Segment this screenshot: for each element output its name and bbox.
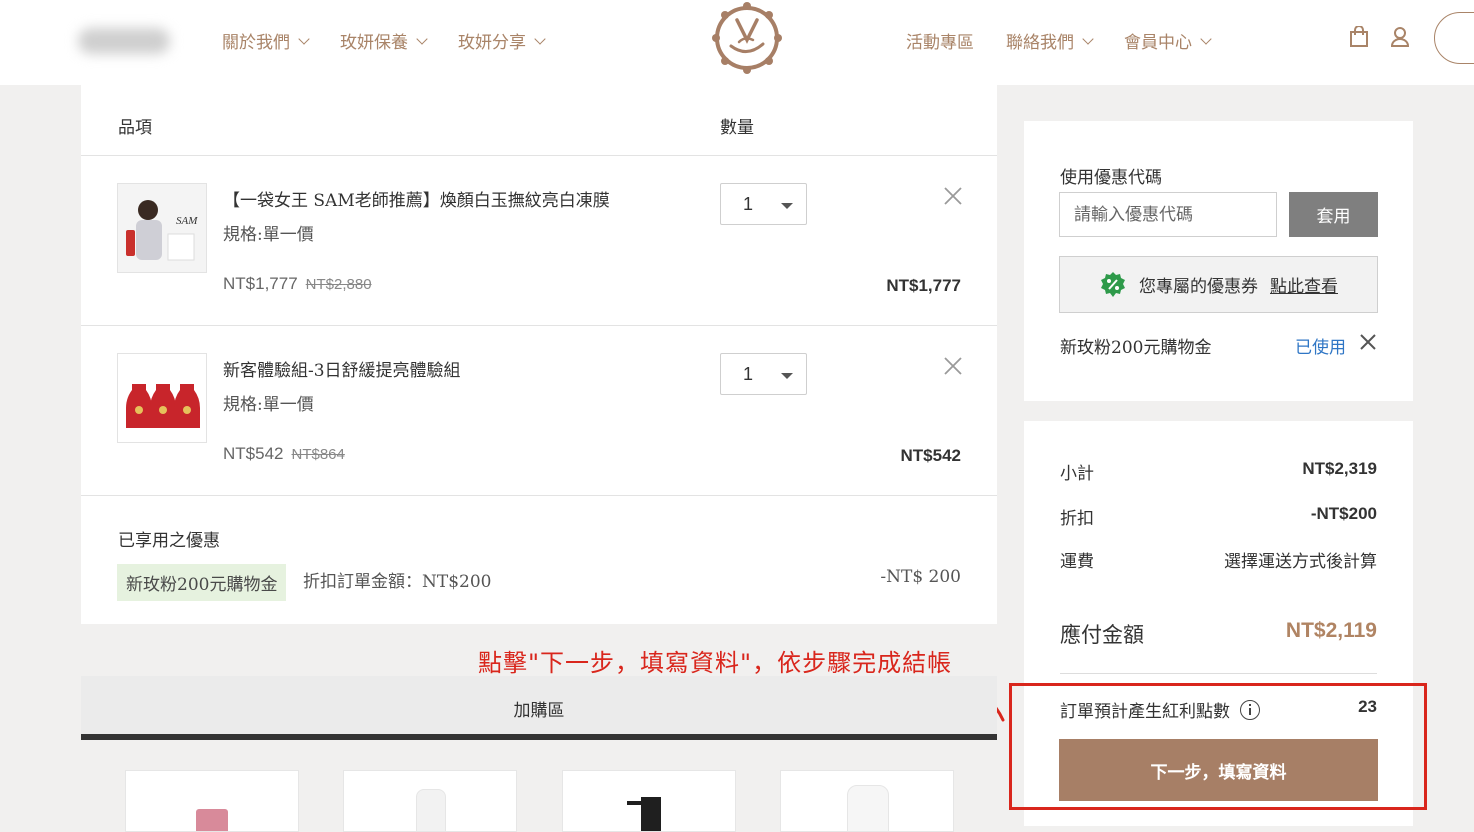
chevron-down-icon [1200,32,1212,45]
applied-discounts-title: 已享用之優惠 [118,531,220,551]
annotation-highlight-box [1009,683,1427,810]
coupon-code-input[interactable] [1059,192,1277,237]
subtotal-value: NT$2,319 [1302,459,1377,478]
nav-left: 關於我們 玫妍保養 玫妍分享 [222,28,546,53]
quantity-select[interactable]: 1 [720,183,807,225]
addon-product-card[interactable] [343,770,517,832]
percent-badge-icon [1101,271,1125,297]
shipping-label: 運費 [1060,552,1094,572]
nav-item-events[interactable]: 活動專區 [906,28,974,53]
line-total: NT$1,777 [886,276,961,295]
cart-header: 品項 數量 [81,85,997,156]
nav-item-share[interactable]: 玫妍分享 [458,28,546,53]
product-spec: 規格:單一價 [223,395,314,415]
summary-divider [1060,673,1377,674]
sale-price: NT$542 [223,444,284,463]
chevron-down-icon [298,32,310,45]
caret-down-icon [781,373,793,379]
search-toggle[interactable] [1434,12,1474,64]
cart-item-row: SAM 【一袋女王 SAM老師推薦】煥顏白玉撫紋亮白凍膜 規格:單一價 NT$1… [81,156,997,326]
subtotal-label: 小計 [1060,464,1094,484]
product-spec: 規格:單一價 [223,225,314,245]
total-label: 應付金額 [1060,623,1144,647]
sale-price: NT$1,777 [223,274,298,293]
discount-amount: -NT$ 200 [880,567,961,587]
coupon-panel: 使用優惠代碼 套用 您專屬的優惠券 點此查看 新玫粉200元購物金 已使用 [1024,121,1413,401]
addon-product-card[interactable] [562,770,736,832]
discount-row: 折扣 -NT$200 [1060,504,1377,529]
user-icon[interactable] [1390,26,1410,48]
quantity-select[interactable]: 1 [720,353,807,395]
remove-item-icon[interactable] [943,186,963,206]
quantity-value: 1 [743,194,754,214]
applied-discounts: 已享用之優惠 新玫粉200元購物金 折扣訂單金額：NT$200 -NT$ 200 [81,496,997,625]
nav-item-label: 玫妍保養 [340,33,408,53]
addon-product-card[interactable] [780,770,954,832]
nav-right: 活動專區 聯絡我們 會員中心 [906,28,1212,53]
cart-panel: 品項 數量 SAM 【一袋女王 SAM老師推薦】煥顏白玉撫紋亮白凍膜 規格:單一… [81,85,997,624]
cart-item-row: 新客體驗組-3日舒緩提亮體驗組 規格:單一價 NT$542 NT$864 1 NT… [81,326,997,496]
discount-value: -NT$200 [1310,504,1377,523]
shipping-row: 運費 選擇運送方式後計算 [1060,547,1377,572]
total-row: 應付金額 NT$2,119 [1060,619,1377,649]
nav-item-about[interactable]: 關於我們 [222,28,310,53]
annotation-text: 點擊"下一步，填寫資料"，依步驟完成結帳 [478,649,953,677]
my-coupons-button[interactable]: 您專屬的優惠券 點此查看 [1059,256,1378,313]
addon-product-card[interactable] [125,770,299,832]
product-price: NT$1,777 NT$2,880 [223,274,372,294]
site-header: 關於我們 玫妍保養 玫妍分享 活動專區 聯絡我們 會員中心 [0,0,1474,85]
addon-divider [81,734,997,740]
nav-item-skincare[interactable]: 玫妍保養 [340,28,428,53]
product-thumbnail[interactable] [117,353,207,443]
chevron-down-icon [534,32,546,45]
product-thumbnail[interactable]: SAM [117,183,207,273]
subtotal-row: 小計 NT$2,319 [1060,459,1377,484]
remove-item-icon[interactable] [943,356,963,376]
used-credit-name: 新玫粉200元購物金 [1060,338,1212,358]
my-coupons-text: 您專屬的優惠券 [1139,277,1258,297]
caret-down-icon [781,203,793,209]
product-name[interactable]: 新客體驗組-3日舒緩提亮體驗組 [223,356,461,381]
chevron-down-icon [416,32,428,45]
shopping-bag-icon[interactable] [1349,26,1369,48]
used-credit-status: 已使用 [1295,338,1346,358]
discount-description: 折扣訂單金額：NT$200 [303,572,492,592]
col-qty-header: 數量 [720,118,754,138]
original-price: NT$864 [291,446,345,463]
total-value: NT$2,119 [1285,619,1377,642]
line-total: NT$542 [900,446,961,465]
nav-item-label: 活動專區 [906,33,974,53]
chevron-down-icon [1082,32,1094,45]
nav-item-member[interactable]: 會員中心 [1124,28,1212,53]
quantity-value: 1 [743,364,754,384]
col-item-header: 品項 [118,118,152,138]
discount-label: 折扣 [1060,509,1094,529]
view-coupons-link[interactable]: 點此查看 [1270,272,1338,297]
addon-tab[interactable]: 加購區 [81,676,997,734]
nav-item-label: 玫妍分享 [458,33,526,53]
brand-logo-icon[interactable] [707,0,787,78]
nav-item-contact[interactable]: 聯絡我們 [1006,28,1094,53]
discount-tag: 新玫粉200元購物金 [117,564,287,601]
coupon-title: 使用優惠代碼 [1060,168,1162,188]
nav-item-label: 聯絡我們 [1006,33,1074,53]
apply-coupon-button[interactable]: 套用 [1289,192,1378,237]
product-name[interactable]: 【一袋女王 SAM老師推薦】煥顏白玉撫紋亮白凍膜 [223,186,610,211]
product-price: NT$542 NT$864 [223,444,345,464]
addon-label: 加購區 [513,701,565,721]
shipping-value: 選擇運送方式後計算 [1224,552,1377,572]
remove-credit-icon[interactable] [1359,333,1377,351]
thumb-text: SAM [176,215,198,227]
brand-name-blurred[interactable] [78,28,170,54]
nav-item-label: 會員中心 [1124,33,1192,53]
nav-item-label: 關於我們 [222,33,290,53]
original-price: NT$2,880 [305,276,372,293]
